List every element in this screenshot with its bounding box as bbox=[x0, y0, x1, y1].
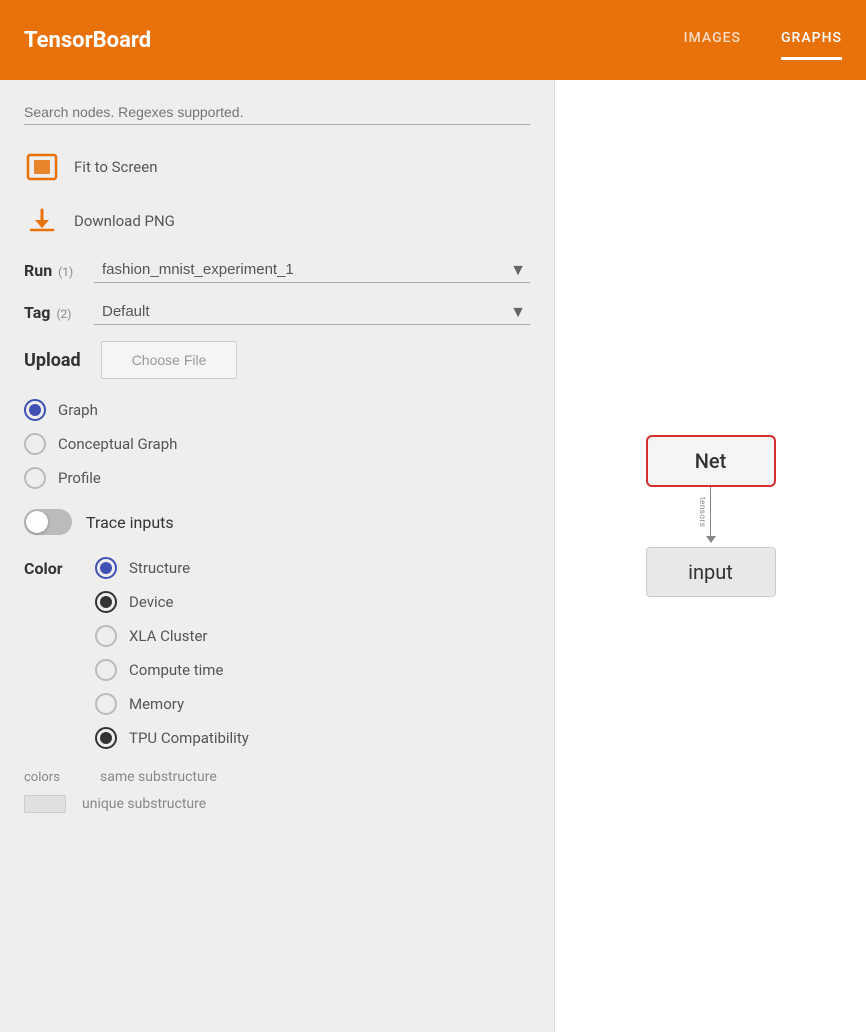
search-input[interactable] bbox=[24, 100, 530, 125]
legend-unique-text: unique substructure bbox=[82, 796, 206, 812]
color-memory[interactable]: Memory bbox=[95, 693, 249, 715]
color-tpu-label: TPU Compatibility bbox=[129, 729, 249, 747]
graph-node-net[interactable]: Net bbox=[646, 435, 776, 487]
graph-type-group: Graph Conceptual Graph Profile bbox=[24, 399, 530, 489]
color-compute-time[interactable]: Compute time bbox=[95, 659, 249, 681]
color-structure[interactable]: Structure bbox=[95, 557, 249, 579]
radio-profile[interactable]: Profile bbox=[24, 467, 530, 489]
color-section: Color Structure Device XLA Cluster bbox=[24, 557, 530, 749]
download-png-button[interactable]: Download PNG bbox=[24, 203, 530, 239]
radio-conceptual-circle bbox=[24, 433, 46, 455]
legend-same-text: same substructure bbox=[100, 769, 217, 785]
radio-graph-label: Graph bbox=[58, 401, 98, 419]
colors-legend: colors same substructure unique substruc… bbox=[24, 769, 530, 813]
tag-select-wrapper: Default ▼ bbox=[94, 299, 530, 325]
color-tpu[interactable]: TPU Compatibility bbox=[95, 727, 249, 749]
radio-profile-circle bbox=[24, 467, 46, 489]
color-structure-label: Structure bbox=[129, 559, 190, 577]
tag-row: Tag (2) Default ▼ bbox=[24, 299, 530, 325]
fit-to-screen-button[interactable]: Fit to Screen bbox=[24, 149, 530, 185]
header: TensorBoard IMAGES GRAPHS bbox=[0, 0, 866, 80]
graph-connector: tensors bbox=[706, 487, 716, 547]
download-icon bbox=[24, 203, 60, 239]
tag-label: Tag (2) bbox=[24, 303, 94, 322]
color-options: Structure Device XLA Cluster Compute tim… bbox=[95, 557, 249, 749]
connector-arrow bbox=[706, 536, 716, 543]
toggle-knob bbox=[26, 511, 48, 533]
choose-file-button[interactable]: Choose File bbox=[101, 341, 238, 379]
color-xla-circle bbox=[95, 625, 117, 647]
legend-unique-swatch bbox=[24, 795, 66, 813]
color-structure-circle bbox=[95, 557, 117, 579]
fit-to-screen-label: Fit to Screen bbox=[74, 158, 158, 176]
upload-row: Upload Choose File bbox=[24, 341, 530, 379]
radio-profile-label: Profile bbox=[58, 469, 101, 487]
legend-same-substructure: colors same substructure bbox=[24, 769, 530, 785]
nav-images[interactable]: IMAGES bbox=[684, 30, 741, 50]
color-xla-label: XLA Cluster bbox=[129, 627, 208, 645]
radio-conceptual-graph[interactable]: Conceptual Graph bbox=[24, 433, 530, 455]
run-select-wrapper: fashion_mnist_experiment_1 ▼ bbox=[94, 257, 530, 283]
color-compute-circle bbox=[95, 659, 117, 681]
run-select[interactable]: fashion_mnist_experiment_1 bbox=[94, 257, 530, 283]
connector-label: tensors bbox=[698, 497, 707, 527]
graph-canvas: Net tensors input bbox=[646, 435, 776, 597]
graph-panel: Net tensors input bbox=[555, 80, 866, 1032]
color-device-label: Device bbox=[129, 593, 173, 611]
fit-to-screen-icon bbox=[24, 149, 60, 185]
connector-line: tensors bbox=[710, 487, 711, 537]
graph-node-input[interactable]: input bbox=[646, 547, 776, 597]
run-label: Run (1) bbox=[24, 261, 94, 280]
top-nav: IMAGES GRAPHS bbox=[684, 30, 842, 50]
color-device[interactable]: Device bbox=[95, 591, 249, 613]
legend-unique-substructure: unique substructure bbox=[24, 795, 530, 813]
download-png-label: Download PNG bbox=[74, 212, 175, 230]
upload-label: Upload bbox=[24, 350, 81, 371]
app-title: TensorBoard bbox=[24, 28, 151, 53]
trace-inputs-row: Trace inputs bbox=[24, 509, 530, 535]
main-layout: Fit to Screen Download PNG Run (1) fashi… bbox=[0, 80, 866, 1032]
radio-graph[interactable]: Graph bbox=[24, 399, 530, 421]
color-memory-circle bbox=[95, 693, 117, 715]
sidebar: Fit to Screen Download PNG Run (1) fashi… bbox=[0, 80, 555, 1032]
trace-inputs-label: Trace inputs bbox=[86, 513, 174, 532]
radio-graph-circle bbox=[24, 399, 46, 421]
nav-graphs[interactable]: GRAPHS bbox=[781, 30, 842, 50]
color-memory-label: Memory bbox=[129, 695, 184, 713]
tag-select[interactable]: Default bbox=[94, 299, 530, 325]
trace-inputs-toggle[interactable] bbox=[24, 509, 72, 535]
color-label: Color bbox=[24, 557, 79, 578]
color-tpu-circle bbox=[95, 727, 117, 749]
legend-colors-label: colors bbox=[24, 770, 84, 785]
color-xla-cluster[interactable]: XLA Cluster bbox=[95, 625, 249, 647]
color-device-circle bbox=[95, 591, 117, 613]
radio-conceptual-label: Conceptual Graph bbox=[58, 435, 177, 453]
run-row: Run (1) fashion_mnist_experiment_1 ▼ bbox=[24, 257, 530, 283]
color-compute-label: Compute time bbox=[129, 661, 223, 679]
